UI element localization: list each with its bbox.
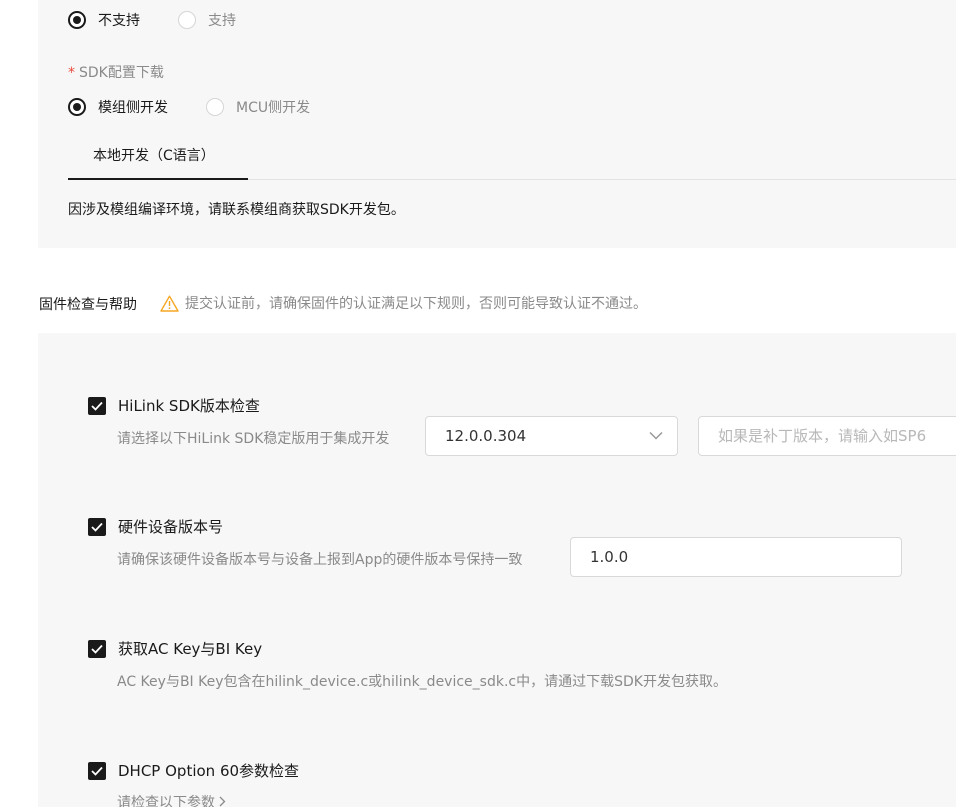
radio-unchecked-icon[interactable] xyxy=(178,11,196,29)
radio-label: 支持 xyxy=(208,13,236,29)
chevron-right-icon xyxy=(219,796,226,807)
radio-checked-icon[interactable] xyxy=(68,11,86,29)
check-params-link[interactable]: 请检查以下参数 xyxy=(117,792,226,807)
chevron-down-icon xyxy=(649,431,663,440)
firmware-section-title: 固件检查与帮助 xyxy=(39,297,137,313)
warning-icon xyxy=(160,295,179,312)
checkbox-checked-icon[interactable] xyxy=(88,639,106,658)
support-radio-group: 不支持 支持 xyxy=(68,8,274,32)
check-item-desc: AC Key与BI Key包含在hilink_device.c或hilink_d… xyxy=(117,674,727,690)
radio-label: MCU侧开发 xyxy=(236,100,311,116)
radio-not-support[interactable]: 不支持 xyxy=(68,10,140,30)
check-item-title: DHCP Option 60参数检查 xyxy=(118,762,300,780)
sdk-version-select[interactable]: 12.0.0.304 xyxy=(425,416,678,456)
checkbox-checked-icon[interactable] xyxy=(88,517,106,536)
hardware-version-input[interactable] xyxy=(570,537,902,577)
radio-mcu-side[interactable]: MCU侧开发 xyxy=(206,97,310,117)
check-item-hilink-sdk: HiLink SDK版本检查 xyxy=(88,395,260,416)
check-item-title: HiLink SDK版本检查 xyxy=(118,397,260,415)
checkbox-checked-icon[interactable] xyxy=(88,396,106,415)
check-item-title: 获取AC Key与BI Key xyxy=(118,640,263,658)
sdk-note: 因涉及模组编译环境，请联系模组商获取SDK开发包。 xyxy=(68,202,405,218)
check-item-desc: 请选择以下HiLink SDK稳定版用于集成开发 xyxy=(117,431,390,447)
patch-version-input[interactable] xyxy=(698,416,956,456)
check-item-dhcp-option60: DHCP Option 60参数检查 xyxy=(88,760,299,781)
radio-unchecked-icon[interactable] xyxy=(206,98,224,116)
check-item-hardware-version: 硬件设备版本号 xyxy=(88,516,223,537)
radio-checked-icon[interactable] xyxy=(68,98,86,116)
dev-mode-tabs: 本地开发（C语言） xyxy=(68,140,956,180)
check-item-ac-bi-key: 获取AC Key与BI Key xyxy=(88,638,262,659)
checkbox-checked-icon[interactable] xyxy=(88,761,106,780)
firmware-warning-text: 提交认证前，请确保固件的认证满足以下规则，否则可能导致认证不通过。 xyxy=(185,296,647,312)
tab-local-dev-c[interactable]: 本地开发（C语言） xyxy=(68,140,248,180)
sdk-config-label: * SDK配置下载 xyxy=(68,62,164,82)
sdk-version-value: 12.0.0.304 xyxy=(445,427,527,445)
radio-label: 不支持 xyxy=(98,13,140,29)
radio-label: 模组侧开发 xyxy=(98,100,168,116)
sdk-config-label-text: SDK配置下载 xyxy=(79,65,164,81)
check-params-link-text: 请检查以下参数 xyxy=(117,795,215,807)
radio-support[interactable]: 支持 xyxy=(178,10,236,30)
firmware-warning: 提交认证前，请确保固件的认证满足以下规则，否则可能导致认证不通过。 xyxy=(160,293,647,313)
required-mark: * xyxy=(68,65,75,81)
check-item-desc: 请确保该硬件设备版本号与设备上报到App的硬件版本号保持一致 xyxy=(117,552,523,568)
check-item-title: 硬件设备版本号 xyxy=(118,518,224,536)
sdk-side-radio-group: 模组侧开发 MCU侧开发 xyxy=(68,95,348,119)
radio-module-side[interactable]: 模组侧开发 xyxy=(68,97,168,117)
